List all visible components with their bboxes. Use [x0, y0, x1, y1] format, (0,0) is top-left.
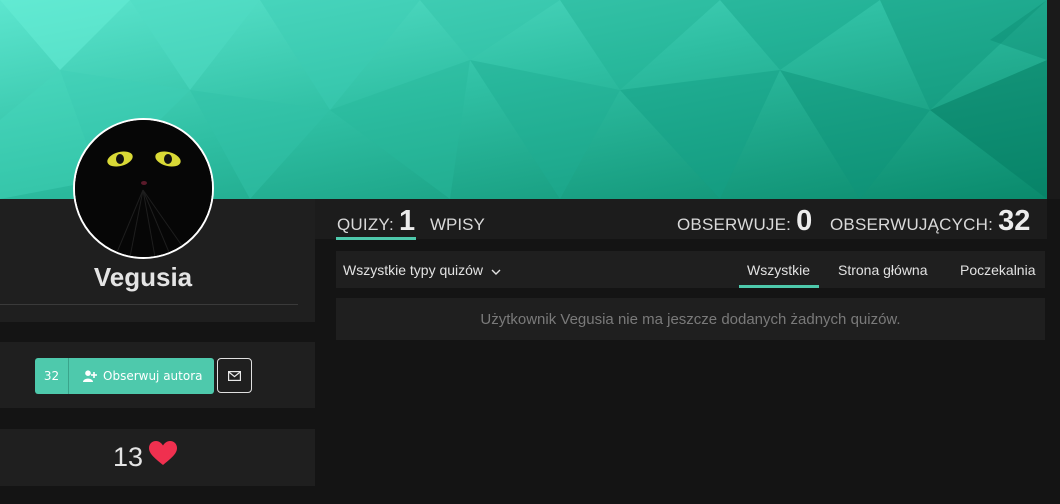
- profile-page: Vegusia 32 Obserwuj autora 13 QUIZY: 1 W…: [0, 0, 1060, 504]
- divider: [0, 304, 298, 305]
- active-tab-indicator: [336, 237, 416, 240]
- follow-button-group[interactable]: 32 Obserwuj autora: [35, 358, 214, 394]
- avatar[interactable]: [73, 118, 214, 259]
- envelope-icon: [228, 366, 242, 385]
- tab-quizy[interactable]: QUIZY: 1: [337, 205, 415, 238]
- followers-stat[interactable]: OBSERWUJĄCYCH: 32: [830, 205, 1030, 238]
- followers-count-badge[interactable]: 32: [35, 358, 69, 394]
- quizy-count: 1: [398, 205, 416, 237]
- likes-counter: 13: [0, 441, 290, 473]
- tab-wszystkie[interactable]: Wszystkie: [747, 262, 810, 278]
- follow-author-button[interactable]: Obserwuj autora: [69, 358, 214, 394]
- tab-poczekalnia[interactable]: Poczekalnia: [960, 262, 1036, 278]
- following-count: 0: [796, 205, 813, 237]
- quiz-type-dropdown[interactable]: Wszystkie typy quizów: [343, 262, 501, 278]
- user-plus-icon: [83, 370, 97, 382]
- message-button[interactable]: [217, 358, 252, 393]
- active-filter-indicator: [739, 285, 819, 288]
- empty-state-message: Użytkownik Vegusia nie ma jeszcze dodany…: [336, 298, 1045, 340]
- scrollbar[interactable]: [1047, 0, 1060, 199]
- followers-count: 32: [998, 205, 1031, 237]
- heart-icon: [149, 441, 178, 473]
- tab-wpisy[interactable]: WPISY: [430, 215, 485, 235]
- follow-author-label: Obserwuj autora: [103, 369, 203, 383]
- username: Vegusia: [93, 262, 193, 292]
- quizy-label: QUIZY:: [337, 215, 394, 234]
- following-label: OBSERWUJE:: [677, 215, 792, 234]
- quiz-type-selected: Wszystkie typy quizów: [343, 262, 484, 278]
- following-stat[interactable]: OBSERWUJE: 0: [677, 205, 812, 238]
- followers-label: OBSERWUJĄCYCH:: [830, 215, 994, 234]
- tab-strona-glowna[interactable]: Strona główna: [838, 262, 928, 278]
- likes-count: 13: [112, 441, 144, 472]
- chevron-down-icon: [491, 262, 501, 278]
